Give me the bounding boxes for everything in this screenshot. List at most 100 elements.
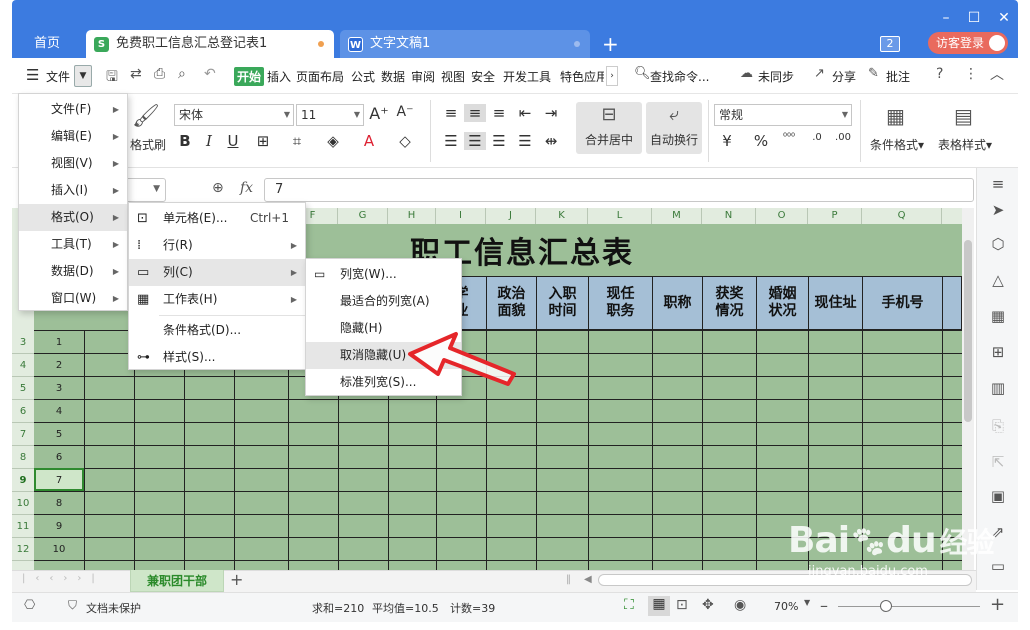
percent-icon[interactable]: % (750, 132, 772, 150)
align-middle-icon[interactable]: ≡ (464, 104, 486, 122)
table-cell[interactable]: 4 (34, 400, 84, 423)
vertical-scroll-thumb[interactable] (964, 240, 972, 422)
collapse-ribbon-icon[interactable]: ︿ (990, 64, 1004, 84)
fx-icon[interactable]: fx (240, 180, 253, 196)
clear-icon[interactable]: ◇ (394, 132, 416, 150)
normal-view-icon[interactable]: ▦ (648, 596, 670, 616)
font-color-icon[interactable]: A (358, 132, 380, 150)
font-size-select[interactable]: 11 ▼ (296, 104, 364, 126)
format-menu-column[interactable]: ▭ 列(C) ▶ (129, 259, 305, 286)
table-cell[interactable]: 10 (34, 538, 84, 561)
share-panel-icon[interactable]: ⇱ (988, 452, 1008, 472)
header-cell-politics[interactable]: 政治 面貌 (486, 276, 537, 330)
fill-icon[interactable]: △ (988, 270, 1008, 290)
table-icon[interactable]: ▦ (988, 306, 1008, 326)
header-cell-address[interactable]: 现住址 (808, 276, 863, 330)
main-menu-window[interactable]: 窗口(W) ▶ (19, 285, 127, 312)
column-header[interactable]: J (486, 208, 536, 224)
erase-format-icon[interactable]: ⌗ (286, 132, 308, 150)
column-header[interactable]: I (436, 208, 486, 224)
minimize-icon[interactable]: – (936, 10, 956, 26)
main-menu-format[interactable]: 格式(O) ▶ (19, 204, 127, 231)
border-icon[interactable]: ⊞ (252, 132, 274, 150)
main-menu-data[interactable]: 数据(D) ▶ (19, 258, 127, 285)
column-header[interactable]: L (588, 208, 652, 224)
window-count-badge[interactable]: 2 (880, 36, 900, 52)
maximize-icon[interactable]: ☐ (964, 10, 984, 26)
file-dropdown-button[interactable]: ▼ (74, 65, 92, 87)
fullscreen-icon[interactable]: ⛶ (624, 597, 634, 613)
column-menu-width[interactable]: ▭ 列宽(W)... (306, 261, 461, 288)
format-menu-worksheet[interactable]: ▦ 工作表(H) ▶ (129, 286, 305, 313)
table-cell[interactable]: 7 (34, 469, 84, 492)
column-menu-autofit[interactable]: 最适合的列宽(A) (306, 288, 461, 315)
menu-formula[interactable]: 公式 (351, 68, 375, 85)
column-header[interactable]: K (536, 208, 588, 224)
row-header[interactable]: 10 (12, 492, 34, 515)
header-cell-awards[interactable]: 获奖 情况 (702, 276, 757, 330)
new-tab-button[interactable]: + (602, 32, 619, 56)
zoom-search-icon[interactable]: ⊕ (212, 180, 224, 196)
panel-menu-icon[interactable]: ≡ (988, 174, 1008, 194)
zoom-level[interactable]: 70% (774, 600, 798, 613)
menu-review[interactable]: 审阅 (411, 68, 435, 85)
help-icon[interactable]: ? (936, 66, 943, 82)
login-button[interactable]: 访客登录 (928, 32, 1008, 54)
table-style-button[interactable]: 表格样式▾ (938, 136, 992, 153)
image-icon[interactable]: ▣ (988, 486, 1008, 506)
tab-spreadsheet[interactable]: S 免费职工信息汇总登记表1 (86, 30, 334, 58)
zoom-out-button[interactable]: – (820, 596, 828, 615)
justify-icon[interactable]: ☰ (514, 132, 536, 150)
main-menu-tools[interactable]: 工具(T) ▶ (19, 231, 127, 258)
select-cursor-icon[interactable]: ➤ (988, 200, 1008, 220)
main-menu-edit[interactable]: 编辑(E) ▶ (19, 123, 127, 150)
table-cell[interactable]: 5 (34, 423, 84, 446)
column-header[interactable]: G (338, 208, 388, 224)
menu-view[interactable]: 视图 (441, 68, 465, 85)
font-shrink-icon[interactable]: A⁻ (394, 104, 416, 120)
currency-icon[interactable]: ¥ (716, 132, 738, 150)
undo-icon[interactable]: ↶ (204, 66, 216, 82)
underline-icon[interactable]: U (222, 132, 244, 150)
zoom-dropdown-icon[interactable]: ▼ (804, 598, 810, 607)
comment-button[interactable]: 批注 (886, 68, 910, 85)
share-button[interactable]: 分享 (832, 68, 856, 85)
menu-developer[interactable]: 开发工具 (503, 68, 551, 85)
main-menu-file[interactable]: 文件(F) ▶ (19, 96, 127, 123)
column-header[interactable]: O (756, 208, 808, 224)
font-name-select[interactable]: 宋体 ▼ (174, 104, 294, 126)
menu-file[interactable]: 文件 (46, 68, 70, 85)
fill-color-icon[interactable]: ◈ (322, 132, 344, 150)
align-center-icon[interactable]: ☰ (464, 132, 486, 150)
save-icon[interactable]: 🖫 (106, 66, 118, 90)
column-header[interactable]: N (702, 208, 756, 224)
table-cell[interactable]: 6 (34, 446, 84, 469)
sheet-nav-arrows-icon[interactable]: |‹‹››| (22, 573, 105, 584)
row-header[interactable]: 7 (12, 423, 34, 446)
number-format-select[interactable]: 常规 ▼ (714, 104, 852, 126)
protection-status[interactable]: 文档未保护 (86, 600, 141, 616)
row-header[interactable]: 9 (12, 469, 34, 492)
hamburger-icon[interactable]: ☰ (26, 66, 39, 84)
more-icon[interactable]: ⋮ (964, 66, 978, 82)
column-header[interactable]: P (808, 208, 862, 224)
distribute-icon[interactable]: ⇹ (540, 132, 562, 150)
row-header[interactable]: 6 (12, 400, 34, 423)
row-header[interactable]: 12 (12, 538, 34, 561)
preview-icon[interactable]: ⌕ (178, 66, 186, 82)
more-tabs-button[interactable]: › (606, 66, 618, 86)
indent-increase-icon[interactable]: ⇥ (540, 104, 562, 122)
menu-security[interactable]: 安全 (471, 68, 495, 85)
menu-features[interactable]: 特色应用 (560, 68, 604, 85)
formula-input[interactable]: 7 (264, 178, 974, 202)
format-menu-cell[interactable]: ⊡ 单元格(E)... Ctrl+1 (129, 205, 305, 232)
format-menu-style[interactable]: ⊶ 样式(S)... (129, 344, 305, 371)
align-right-icon[interactable]: ☰ (488, 132, 510, 150)
menu-start[interactable]: 开始 (234, 67, 265, 86)
menu-insert[interactable]: 插入 (267, 68, 291, 85)
header-cell-position[interactable]: 现任 职务 (588, 276, 653, 330)
indent-decrease-icon[interactable]: ⇤ (514, 104, 536, 122)
sync-status[interactable]: 未同步 (758, 68, 794, 85)
shapes-icon[interactable]: ⬡ (988, 234, 1008, 254)
row-header[interactable]: 3 (12, 331, 34, 354)
